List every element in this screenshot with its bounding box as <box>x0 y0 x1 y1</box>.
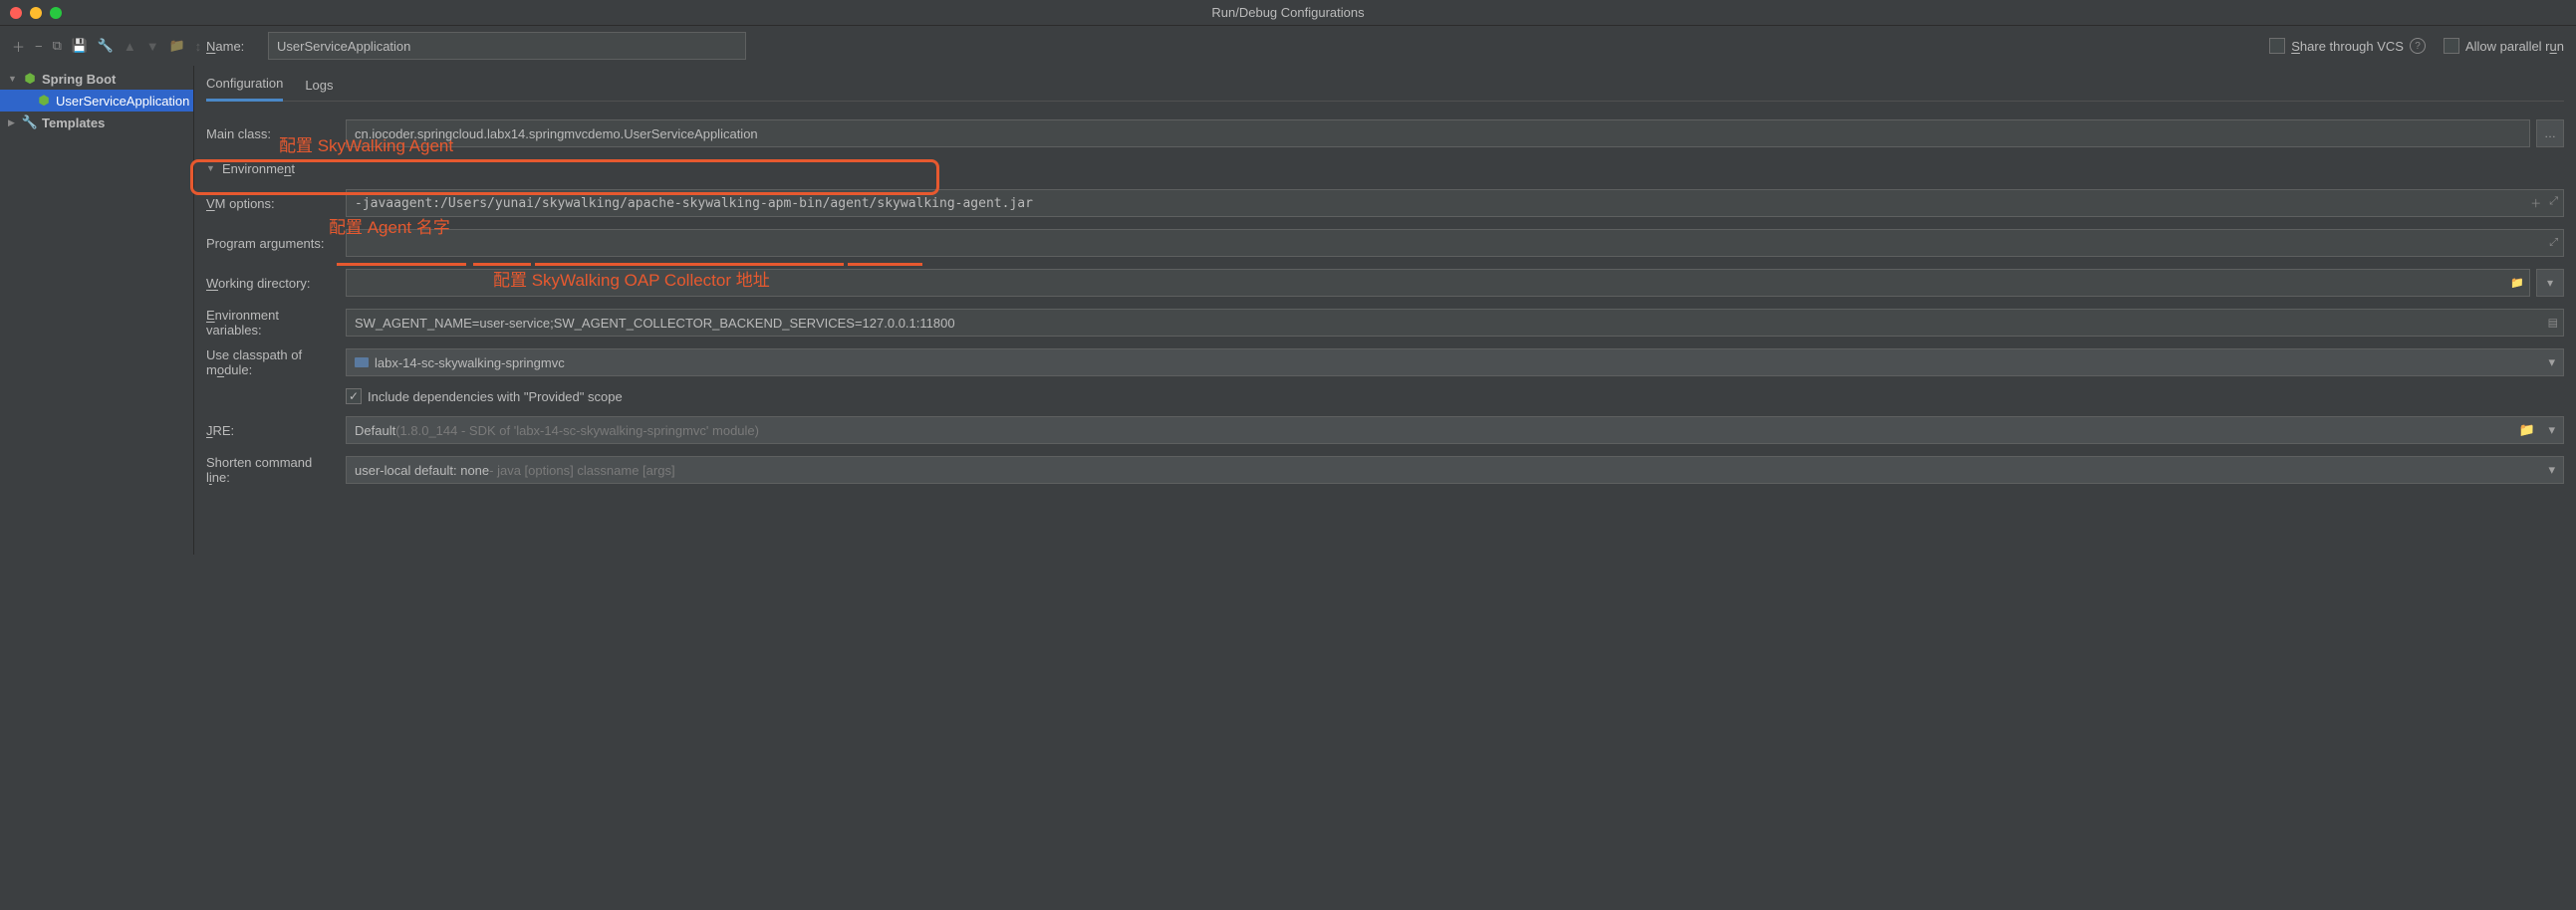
vm-options-label: VM options: <box>206 196 336 211</box>
share-vcs-checkbox[interactable]: Share through VCS ? <box>2269 38 2426 54</box>
copy-config-icon[interactable]: ⧉ <box>53 38 62 54</box>
jre-dropdown[interactable]: Default (1.8.0_144 - SDK of 'labx-14-sc-… <box>346 416 2564 444</box>
config-tree: ▼ ⬢ Spring Boot ⬢ UserServiceApplication… <box>0 66 194 555</box>
tree-app-item[interactable]: ⬢ UserServiceApplication <box>0 90 193 112</box>
name-input[interactable] <box>268 32 746 60</box>
expand-icon[interactable]: ⤢ <box>2549 237 2558 250</box>
remove-config-icon[interactable]: − <box>35 38 43 54</box>
vm-options-input[interactable] <box>346 189 2564 217</box>
minimize-window-button[interactable] <box>30 7 42 19</box>
shorten-cmdline-dropdown[interactable]: user-local default: none - java [options… <box>346 456 2564 484</box>
classpath-module-dropdown[interactable]: labx-14-sc-skywalking-springmvc <box>346 348 2564 376</box>
classpath-label: Use classpath of module: <box>206 347 336 377</box>
folder-icon[interactable]: 📁 <box>169 38 185 54</box>
module-icon <box>355 357 369 367</box>
working-directory-label: Working directory: <box>206 276 336 291</box>
main-class-input[interactable] <box>346 119 2530 147</box>
list-icon[interactable]: ▤ <box>2548 317 2558 330</box>
move-down-icon[interactable]: ▼ <box>146 38 159 54</box>
folder-icon[interactable]: 📁 <box>2510 277 2524 290</box>
save-config-icon[interactable]: 💾 <box>72 38 88 54</box>
tabs: Configuration Logs <box>206 66 2564 102</box>
wrench-icon[interactable]: 🔧 <box>98 38 114 54</box>
titlebar: Run/Debug Configurations <box>0 0 2576 26</box>
tab-configuration[interactable]: Configuration <box>206 68 283 102</box>
spring-boot-icon: ⬢ <box>22 71 38 87</box>
folder-icon[interactable]: 📁 <box>2519 422 2535 438</box>
close-window-button[interactable] <box>10 7 22 19</box>
shorten-cmdline-label: Shorten command line: <box>206 455 336 485</box>
sort-icon[interactable]: ↕ <box>195 38 202 54</box>
tree-springboot[interactable]: ▼ ⬢ Spring Boot <box>0 68 193 90</box>
program-arguments-input[interactable] <box>346 229 2564 257</box>
env-vars-label: Environment variables: <box>206 308 336 338</box>
working-directory-input[interactable] <box>346 269 2530 297</box>
env-vars-input[interactable] <box>346 309 2564 337</box>
chevron-right-icon: ▶ <box>8 117 18 128</box>
chevron-down-icon: ▼ <box>206 163 216 173</box>
environment-section[interactable]: ▼ Environment <box>206 153 2564 183</box>
program-arguments-label: Program arguments: <box>206 236 336 251</box>
jre-label: JRE: <box>206 423 336 438</box>
move-up-icon[interactable]: ▲ <box>124 38 136 54</box>
insert-macro-icon[interactable]: ＋ <box>2530 195 2541 211</box>
browse-main-class-button[interactable]: … <box>2536 119 2564 147</box>
help-icon[interactable]: ? <box>2410 38 2426 54</box>
config-toolbar: ＋ − ⧉ 💾 🔧 ▲ ▼ 📁 ↕ <box>0 38 194 54</box>
tab-logs[interactable]: Logs <box>305 70 333 101</box>
chevron-down-icon: ▼ <box>8 74 18 84</box>
tree-templates[interactable]: ▶ 🔧 Templates <box>0 112 193 133</box>
window-title: Run/Debug Configurations <box>1211 5 1364 20</box>
include-provided-checkbox[interactable]: Include dependencies with "Provided" sco… <box>346 388 623 404</box>
spring-boot-icon: ⬢ <box>36 93 52 109</box>
wrench-icon: 🔧 <box>22 114 38 130</box>
maximize-window-button[interactable] <box>50 7 62 19</box>
allow-parallel-checkbox[interactable]: Allow parallel run <box>2444 38 2564 54</box>
add-config-icon[interactable]: ＋ <box>12 38 25 54</box>
expand-icon[interactable]: ⤢ <box>2549 195 2558 211</box>
name-label: Name: <box>206 39 256 54</box>
main-class-label: Main class: <box>206 126 336 141</box>
working-directory-dropdown[interactable]: ▾ <box>2536 269 2564 297</box>
